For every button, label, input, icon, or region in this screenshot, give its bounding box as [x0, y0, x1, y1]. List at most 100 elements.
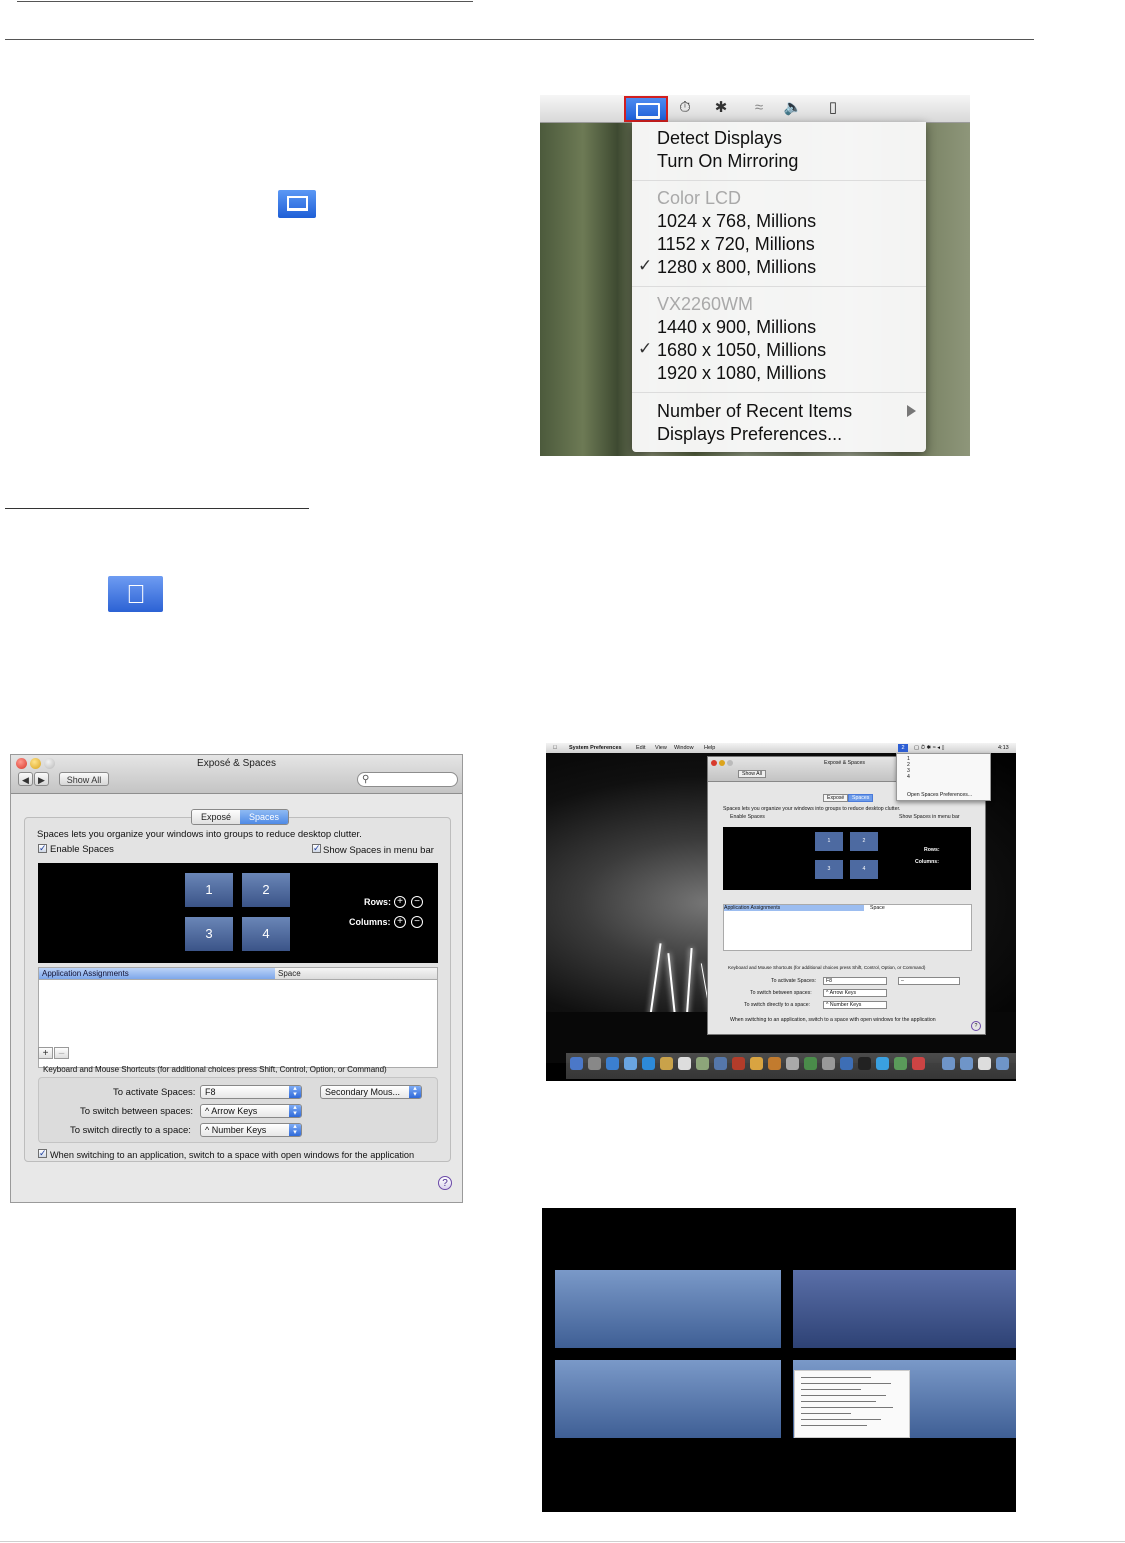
dock-icon[interactable]: [660, 1057, 673, 1070]
space-thumbnail[interactable]: [555, 1270, 781, 1348]
add-assignment-button[interactable]: +: [38, 1047, 53, 1059]
spaces-menu-extra[interactable]: 2: [898, 744, 908, 752]
menu-item-space[interactable]: 4: [907, 774, 910, 780]
menu-item-turn-on-mirroring[interactable]: Turn On Mirroring: [657, 150, 798, 172]
tab-spaces[interactable]: Spaces: [240, 810, 289, 824]
add-column-button[interactable]: +: [394, 916, 406, 928]
help-button[interactable]: ?: [971, 1021, 981, 1031]
switch-app-checkbox[interactable]: ✓: [38, 1149, 47, 1158]
switch-between-popup[interactable]: ^ Arrow Keys: [823, 989, 887, 997]
apple-icon[interactable]: : [553, 743, 557, 753]
search-field[interactable]: ⚲: [357, 772, 458, 787]
dock-icon[interactable]: [804, 1057, 817, 1070]
menu-item-mode-selected[interactable]: 1680 x 1050, Millions: [657, 339, 826, 361]
forward-button[interactable]: ▶: [34, 772, 49, 786]
activate-key-popup[interactable]: F8 ▴ ▾: [200, 1085, 302, 1099]
dock-icon[interactable]: [978, 1057, 991, 1070]
close-button[interactable]: [711, 760, 717, 766]
space-tile[interactable]: 4: [242, 917, 290, 951]
dock-icon[interactable]: [570, 1057, 583, 1070]
dock-icon[interactable]: [696, 1057, 709, 1070]
minimize-button[interactable]: [719, 760, 725, 766]
tab-expose[interactable]: Exposé: [192, 810, 241, 824]
column-header-space[interactable]: Space: [275, 968, 301, 979]
dock-icon[interactable]: [624, 1057, 637, 1070]
space-tile[interactable]: 2: [242, 873, 290, 907]
window-thumbnail[interactable]: [794, 1370, 910, 1438]
space-tile[interactable]: 3: [815, 860, 843, 879]
menu-item-mode[interactable]: 1024 x 768, Millions: [657, 210, 816, 232]
space-tile[interactable]: 3: [185, 917, 233, 951]
activate-key-popup[interactable]: F8: [823, 977, 887, 985]
help-button[interactable]: ?: [438, 1176, 452, 1190]
dock-icon[interactable]: [768, 1057, 781, 1070]
volume-icon[interactable]: 🔈: [782, 98, 804, 118]
remove-column-button[interactable]: −: [411, 916, 423, 928]
menu-help[interactable]: Help: [704, 743, 715, 753]
remove-assignment-button[interactable]: –: [54, 1047, 69, 1059]
activate-mouse-popup[interactable]: –: [898, 977, 960, 985]
dock-icon[interactable]: [876, 1057, 889, 1070]
column-header-space[interactable]: Space: [870, 905, 885, 911]
show-in-menubar-checkbox[interactable]: ✓: [312, 844, 321, 853]
space-tile[interactable]: 1: [815, 832, 843, 851]
wifi-icon[interactable]: ≈: [748, 98, 770, 118]
enable-spaces-checkbox[interactable]: ✓: [38, 844, 47, 853]
menu-item-recent-items[interactable]: Number of Recent Items: [657, 400, 852, 422]
activate-mouse-popup[interactable]: Secondary Mous... ▴ ▾: [320, 1085, 422, 1099]
tab-spaces[interactable]: Spaces: [848, 794, 874, 802]
dock-icon[interactable]: [606, 1057, 619, 1070]
menu-item-mode[interactable]: 1920 x 1080, Millions: [657, 362, 826, 384]
dock-icon[interactable]: [678, 1057, 691, 1070]
dock-icon[interactable]: [912, 1057, 925, 1070]
tab-expose[interactable]: Exposé: [823, 794, 849, 802]
menu-item-mode[interactable]: 1440 x 900, Millions: [657, 316, 816, 338]
space-tile[interactable]: 4: [850, 860, 878, 879]
columns-label: Columns:: [349, 917, 391, 927]
dock-icon[interactable]: [588, 1057, 601, 1070]
battery-icon[interactable]: ▯: [822, 98, 844, 118]
dock-icon[interactable]: [996, 1057, 1009, 1070]
menu-item-displays-preferences[interactable]: Displays Preferences...: [657, 423, 842, 445]
dock-icon[interactable]: [642, 1057, 655, 1070]
add-row-button[interactable]: +: [394, 896, 406, 908]
menu-window[interactable]: Window: [674, 743, 694, 753]
switch-direct-popup[interactable]: ^ Number Keys ▴ ▾: [200, 1123, 302, 1137]
dock-icon[interactable]: [942, 1057, 955, 1070]
dock-icon[interactable]: [894, 1057, 907, 1070]
expose-spaces-window: Exposé & Spaces ◀ ▶ Show All ⚲ Exposé Sp…: [10, 754, 463, 1203]
application-assignments-table[interactable]: [723, 904, 972, 951]
back-button[interactable]: ◀: [18, 772, 33, 786]
dock-icon[interactable]: [960, 1057, 973, 1070]
zoom-button[interactable]: [727, 760, 733, 766]
show-all-button[interactable]: Show All: [738, 770, 766, 778]
dock-icon[interactable]: [822, 1057, 835, 1070]
time-machine-icon[interactable]: ⏱: [674, 98, 696, 118]
menu-item-mode-selected[interactable]: 1280 x 800, Millions: [657, 256, 816, 278]
space-tile[interactable]: 1: [185, 873, 233, 907]
menu-item-detect-displays[interactable]: Detect Displays: [657, 127, 782, 149]
dock-icon[interactable]: [786, 1057, 799, 1070]
dock-icon[interactable]: [858, 1057, 871, 1070]
menu-edit[interactable]: Edit: [636, 743, 645, 753]
remove-row-button[interactable]: −: [411, 896, 423, 908]
show-all-button[interactable]: Show All: [59, 772, 109, 786]
application-assignments-table[interactable]: Application Assignments Space: [38, 967, 438, 1068]
switch-direct-popup[interactable]: ^ Number Keys: [823, 1001, 887, 1009]
column-header-app[interactable]: Application Assignments: [39, 968, 275, 979]
menu-item-mode[interactable]: 1152 x 720, Millions: [657, 233, 815, 255]
space-thumbnail[interactable]: [793, 1270, 1016, 1348]
dock-icon[interactable]: [750, 1057, 763, 1070]
switch-between-popup[interactable]: ^ Arrow Keys ▴ ▾: [200, 1104, 302, 1118]
dock-icon[interactable]: [714, 1057, 727, 1070]
menu-system-preferences[interactable]: System Preferences: [569, 743, 622, 753]
bluetooth-icon[interactable]: ✱: [710, 98, 732, 118]
column-header-app[interactable]: Application Assignments: [724, 905, 864, 911]
space-thumbnail[interactable]: [555, 1360, 781, 1438]
menu-item-open-spaces-preferences[interactable]: Open Spaces Preferences...: [907, 792, 972, 798]
dock-icon[interactable]: [732, 1057, 745, 1070]
displays-menu-extra[interactable]: [624, 96, 668, 122]
menu-view[interactable]: View: [655, 743, 667, 753]
space-tile[interactable]: 2: [850, 832, 878, 851]
dock-icon[interactable]: [840, 1057, 853, 1070]
